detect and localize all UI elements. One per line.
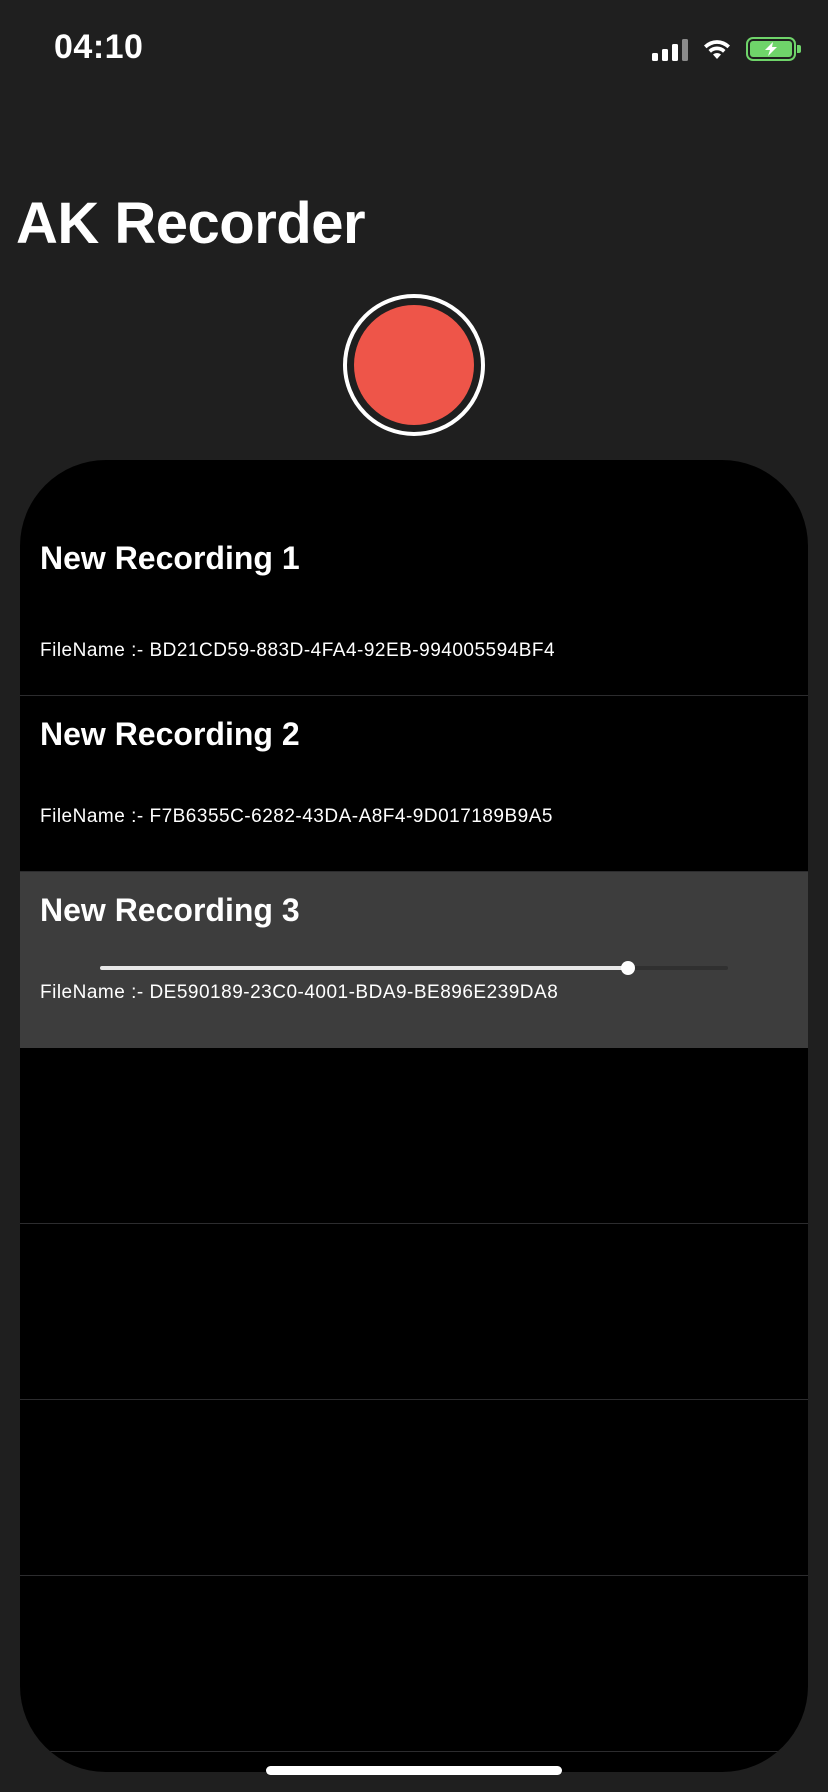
empty-list-row <box>20 1576 808 1752</box>
home-indicator[interactable] <box>266 1766 562 1775</box>
empty-list-row <box>20 1400 808 1576</box>
status-icons <box>652 36 801 62</box>
list-item[interactable]: New Recording 2 FileName :- F7B6355C-628… <box>20 696 808 872</box>
list-item-selected[interactable]: New Recording 3 FileName :- DE590189-23C… <box>20 872 808 1048</box>
battery-charging-icon <box>746 37 801 61</box>
slider-progress <box>100 966 628 970</box>
record-icon <box>354 305 474 425</box>
empty-list-row <box>20 1224 808 1400</box>
playback-slider[interactable] <box>100 958 728 978</box>
recording-filename: FileName :- DE590189-23C0-4001-BDA9-BE89… <box>40 982 559 1003</box>
slider-thumb[interactable] <box>620 961 635 975</box>
page-title: AK Recorder <box>16 191 366 256</box>
recording-title: New Recording 2 <box>40 716 300 752</box>
recordings-list[interactable]: New Recording 1 FileName :- BD21CD59-883… <box>20 460 808 1772</box>
wifi-icon <box>704 40 730 59</box>
record-button[interactable] <box>343 294 485 436</box>
empty-list-row <box>20 1048 808 1224</box>
cellular-signal-icon <box>652 37 688 61</box>
recording-filename: FileName :- F7B6355C-6282-43DA-A8F4-9D01… <box>40 806 553 827</box>
recording-title: New Recording 3 <box>40 892 300 928</box>
recording-title: New Recording 1 <box>40 540 300 576</box>
recording-filename: FileName :- BD21CD59-883D-4FA4-92EB-9940… <box>40 640 556 661</box>
list-item[interactable]: New Recording 1 FileName :- BD21CD59-883… <box>20 460 808 696</box>
status-time: 04:10 <box>54 28 144 66</box>
